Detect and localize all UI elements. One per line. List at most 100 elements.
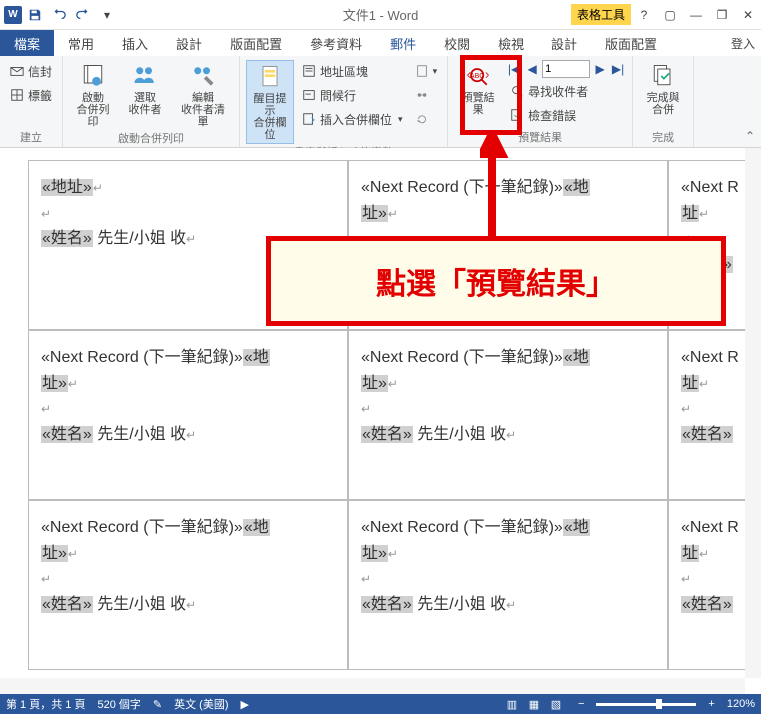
paragraph-mark-icon: ↵ (388, 377, 398, 391)
merge-field-name-cut: «姓名» (681, 426, 733, 443)
merge-field-name: «姓名» (361, 596, 413, 613)
paragraph-mark-icon: ↵ (41, 207, 51, 221)
paragraph-mark-icon: ↵ (41, 572, 51, 586)
next-record-text: «Next Record (下一筆紀錄)» (41, 519, 243, 536)
label-cell[interactable]: «Next Record (下一筆紀錄)»«地 址»↵ ↵ «姓名» 先生/小姐… (28, 330, 348, 500)
paragraph-mark-icon: ↵ (186, 428, 196, 442)
address-block-label: 地址區塊 (320, 63, 368, 80)
merge-field-address-p2: 址» (41, 375, 68, 392)
paragraph-mark-icon: ↵ (186, 598, 196, 612)
paragraph-mark-icon: ↵ (388, 547, 398, 561)
highlight-merge-fields-button[interactable]: 醒目提示 合併欄位 (246, 60, 294, 144)
read-mode-icon[interactable]: ▥ (502, 696, 522, 712)
tab-file[interactable]: 檔案 (0, 30, 54, 56)
next-record-text: «Next Record (下一筆紀錄)» (361, 349, 563, 366)
merge-field-name: «姓名» (361, 426, 413, 443)
word-icon: W (4, 6, 22, 24)
prev-record-icon[interactable]: ◀ (524, 60, 540, 78)
macro-icon[interactable]: ▶ (241, 698, 249, 711)
redo-icon[interactable] (72, 4, 94, 26)
zoom-out-icon[interactable]: − (578, 698, 584, 710)
address-block-button[interactable]: 地址區塊 (298, 60, 407, 82)
document-area[interactable]: «地址»↵ ↵ «姓名» 先生/小姐 收↵ «Next Record (下一筆紀… (0, 148, 761, 694)
tab-design[interactable]: 設計 (162, 30, 216, 56)
zoom-thumb[interactable] (656, 699, 662, 709)
merge-field-address-cut: 址 (681, 545, 699, 562)
tab-home[interactable]: 常用 (54, 30, 108, 56)
select-recipients-button[interactable]: 選取 收件者 (121, 60, 169, 130)
merge-field-address-cut: 址 (681, 375, 699, 392)
suffix-text: 先生/小姐 收 (93, 426, 186, 443)
merge-field-name: «姓名» (41, 596, 93, 613)
web-layout-icon[interactable]: ▧ (546, 696, 566, 712)
check-errors-button[interactable]: 檢查錯誤 (506, 104, 626, 126)
status-language[interactable]: 英文 (美國) (174, 696, 228, 712)
group-start-merge-label: 啟動合併列印 (69, 130, 233, 146)
help-icon[interactable]: ? (631, 3, 657, 27)
paragraph-mark-icon: ↵ (93, 181, 103, 195)
update-labels-button[interactable] (411, 108, 442, 130)
match-fields-button[interactable] (411, 84, 442, 106)
rules-button[interactable]: ▾ (411, 60, 442, 82)
tab-ctx-layout[interactable]: 版面配置 (591, 30, 671, 57)
record-number-input[interactable] (542, 60, 590, 78)
insert-merge-field-button[interactable]: 插入合併欄位▾ (298, 108, 407, 130)
group-write-insert: 醒目提示 合併欄位 地址區塊 問候行 插入合併欄位▾ ▾ 書寫與插入功能變數 (240, 56, 448, 147)
zoom-in-icon[interactable]: + (708, 698, 714, 710)
label-cell[interactable]: «Next Record (下一筆紀錄)»«地 址»↵ ↵ «姓名» 先生/小姐… (28, 500, 348, 670)
tab-insert[interactable]: 插入 (108, 30, 162, 56)
last-record-icon[interactable]: ▶| (610, 60, 626, 78)
merge-field-address-p1: «地 (243, 349, 270, 366)
label-cell[interactable]: «Next Record (下一筆紀錄)»«地 址»↵ ↵ «姓名» 先生/小姐… (348, 500, 668, 670)
qat-dropdown-icon[interactable]: ▾ (96, 4, 118, 26)
callout-text: 點選「預覽結果」 (376, 259, 616, 303)
tab-review[interactable]: 校閱 (430, 30, 484, 56)
tab-layout[interactable]: 版面配置 (216, 30, 296, 56)
merge-field-name: «姓名» (41, 426, 93, 443)
quick-access-toolbar: W ▾ (0, 4, 118, 26)
close-icon[interactable]: ✕ (735, 3, 761, 27)
paragraph-mark-icon: ↵ (68, 547, 78, 561)
vertical-scrollbar[interactable] (745, 148, 761, 678)
paragraph-mark-icon: ↵ (681, 572, 691, 586)
collapse-ribbon-icon[interactable]: ⌃ (745, 129, 755, 143)
merge-field-name: «姓名» (41, 230, 93, 247)
tab-mailings[interactable]: 郵件 (376, 30, 430, 56)
contextual-tab-title: 表格工具 (571, 4, 631, 25)
next-record-text: «Next Record (下一筆紀錄)» (41, 349, 243, 366)
proofing-icon[interactable]: ✎ (153, 698, 162, 711)
suffix-text: 先生/小姐 收 (413, 426, 506, 443)
edit-recipients-button[interactable]: 編輯 收件者清單 (173, 60, 233, 130)
labels-button[interactable]: 標籤 (6, 84, 56, 106)
merge-field-name-cut: «姓名» (681, 596, 733, 613)
next-record-icon[interactable]: ▶ (592, 60, 608, 78)
zoom-level[interactable]: 120% (727, 698, 755, 710)
undo-icon[interactable] (48, 4, 70, 26)
insert-merge-field-label: 插入合併欄位 (320, 111, 392, 128)
tab-view[interactable]: 檢視 (484, 30, 538, 56)
tab-references[interactable]: 參考資料 (296, 30, 376, 56)
greeting-line-button[interactable]: 問候行 (298, 84, 407, 106)
save-icon[interactable] (24, 4, 46, 26)
start-mail-merge-button[interactable]: 啟動 合併列印 (69, 60, 117, 130)
paragraph-mark-icon: ↵ (186, 232, 196, 246)
restore-icon[interactable]: ❐ (709, 3, 735, 27)
finish-merge-button[interactable]: 完成與 合併 (639, 60, 687, 129)
ribbon-display-icon[interactable]: ▢ (657, 3, 683, 27)
sign-in-link[interactable]: 登入 (731, 35, 755, 52)
tab-ctx-design[interactable]: 設計 (537, 30, 591, 57)
suffix-text: 先生/小姐 收 (413, 596, 506, 613)
callout-arrow-icon (480, 130, 510, 240)
zoom-slider[interactable] (596, 703, 696, 706)
horizontal-scrollbar[interactable] (0, 678, 745, 694)
envelopes-button[interactable]: 信封 (6, 60, 56, 82)
find-recipient-button[interactable]: 尋找收件者 (506, 80, 626, 102)
label-cell[interactable]: «Next Record (下一筆紀錄)»«地 址»↵ ↵ «姓名» 先生/小姐… (348, 330, 668, 500)
print-layout-icon[interactable]: ▦ (524, 696, 544, 712)
document-title: 文件1 - Word (343, 5, 419, 24)
status-page[interactable]: 第 1 頁，共 1 頁 (6, 696, 85, 712)
status-words[interactable]: 520 個字 (97, 696, 140, 712)
callout-text-box: 點選「預覽結果」 (266, 236, 726, 326)
paragraph-mark-icon: ↵ (699, 207, 709, 221)
minimize-icon[interactable]: — (683, 3, 709, 27)
